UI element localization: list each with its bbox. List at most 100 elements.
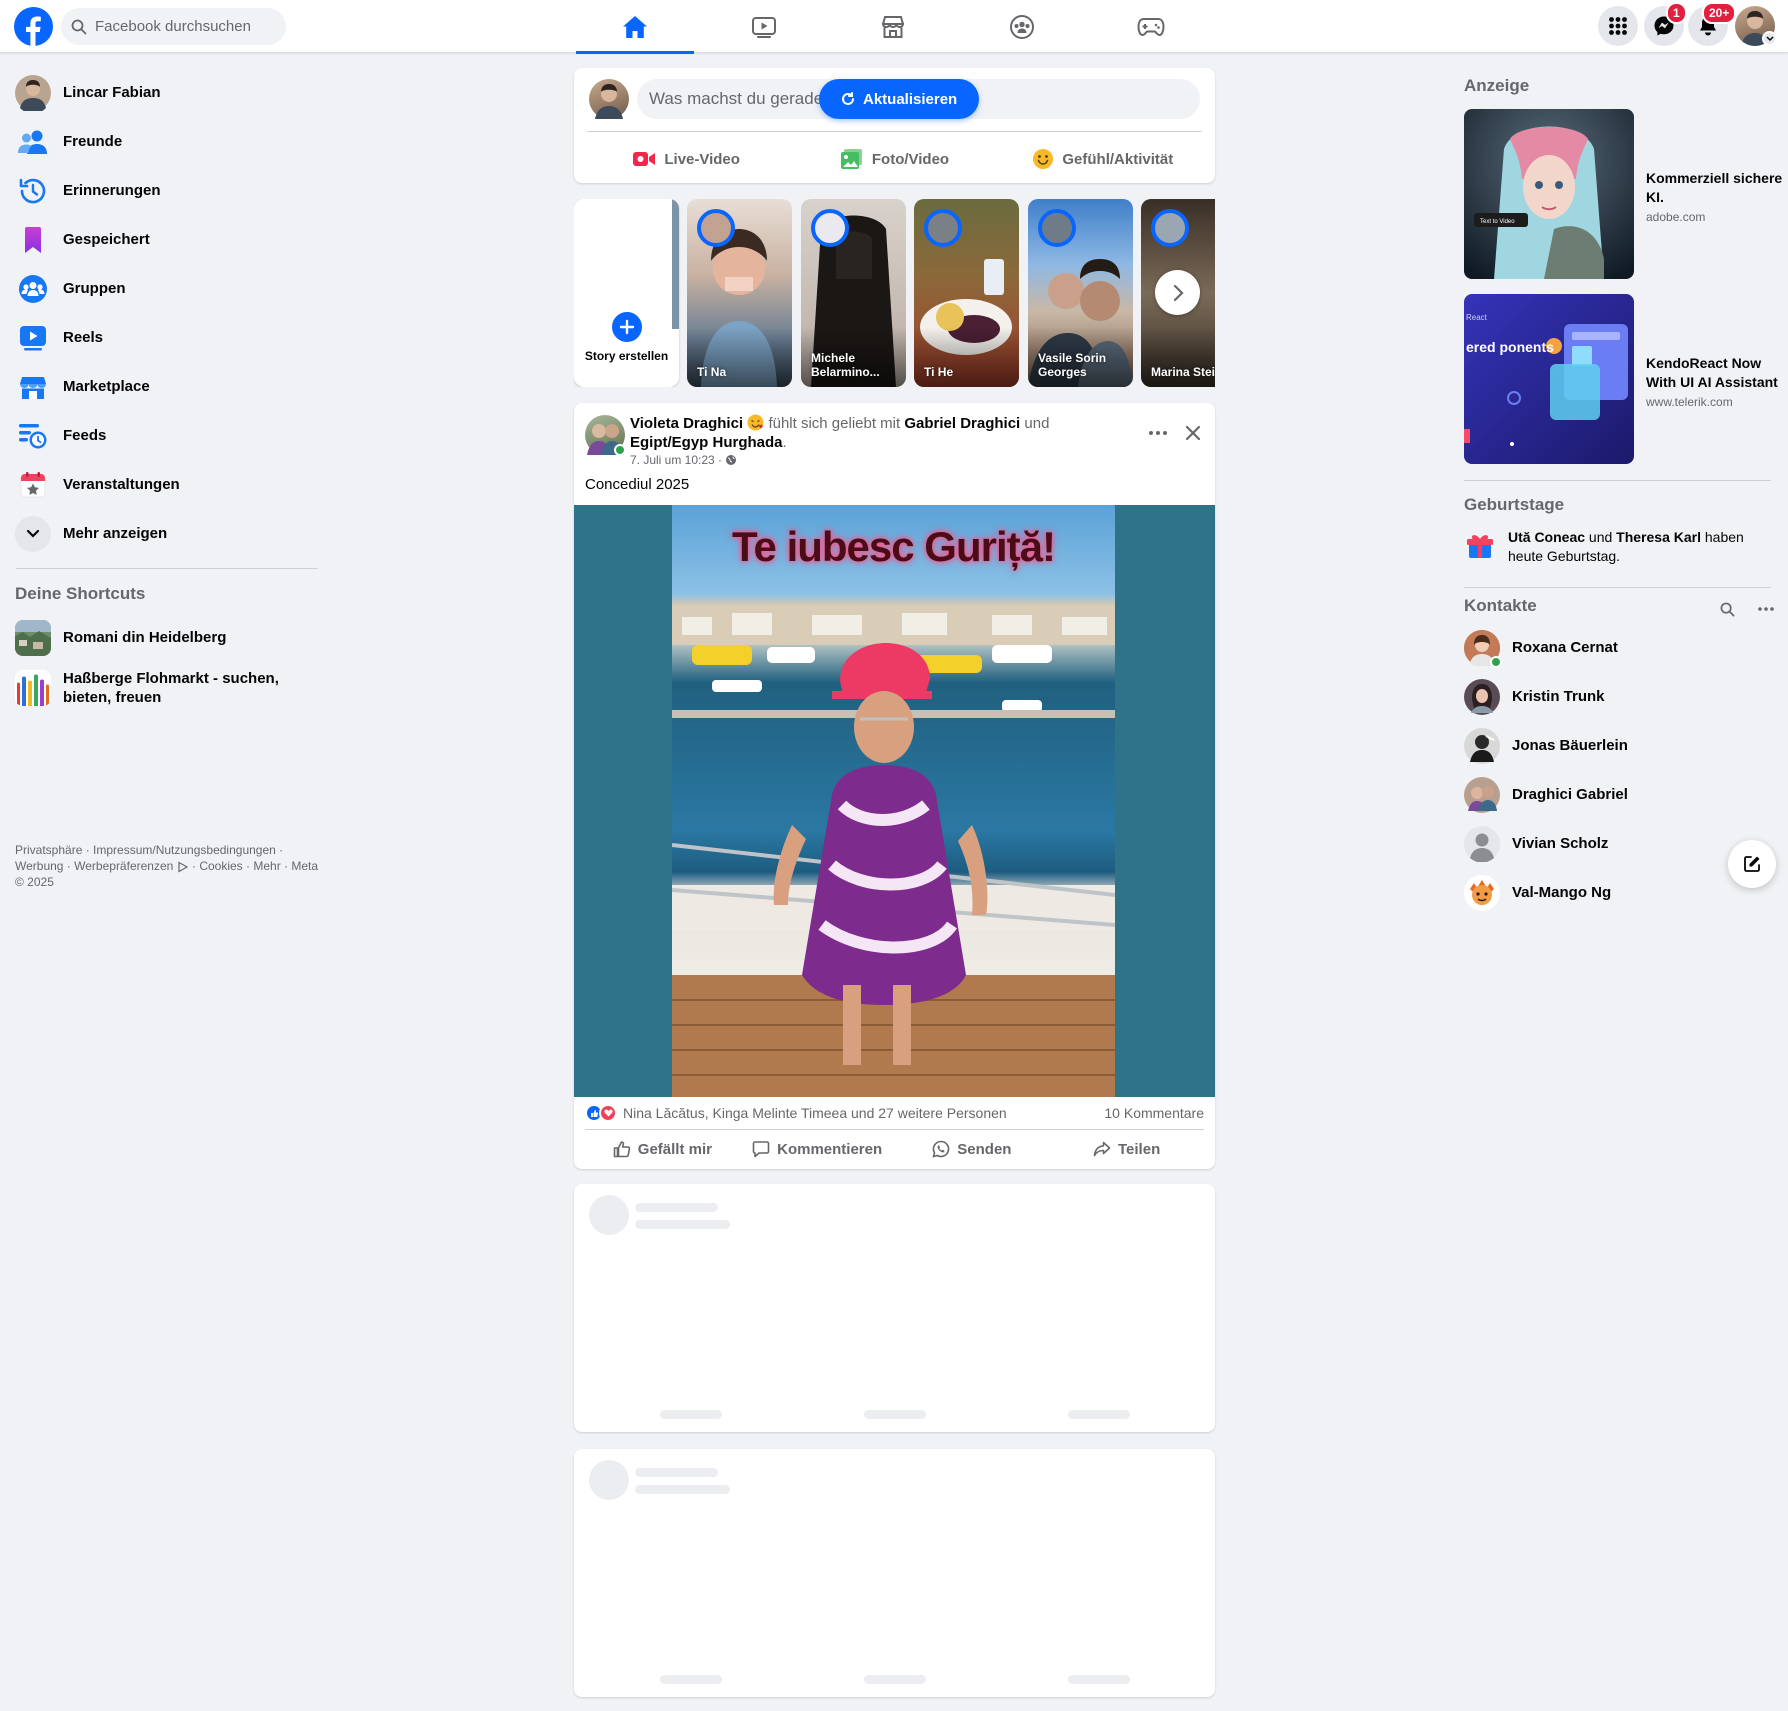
ad-item[interactable]: Text to Video Kommerziell sichere KI. ad…: [1464, 109, 1786, 279]
shortcut-item[interactable]: Haßberge Flohmarkt - suchen, bieten, fre…: [8, 662, 326, 714]
send-label: Senden: [957, 1140, 1012, 1158]
share-button[interactable]: Teilen: [1049, 1133, 1204, 1165]
send-whatsapp-button[interactable]: Senden: [895, 1133, 1050, 1165]
whatsapp-icon: [932, 1140, 950, 1158]
gift-icon: [1466, 532, 1494, 566]
post-author-name[interactable]: Violeta Draghici: [630, 415, 743, 432]
contact-item[interactable]: Draghici Gabriel: [1464, 770, 1628, 819]
messenger-button[interactable]: 1: [1644, 2, 1687, 46]
sidebar-item-label: Gruppen: [63, 280, 126, 297]
contacts-options-button[interactable]: [1752, 595, 1780, 623]
sidebar-item-label: Erinnerungen: [63, 182, 161, 199]
shortcut-label: Haßberge Flohmarkt - suchen, bieten, fre…: [63, 670, 279, 706]
sidebar-item-memories[interactable]: Erinnerungen: [8, 166, 326, 215]
sidebar-item-label: Feeds: [63, 427, 107, 444]
stories-next-button[interactable]: [1155, 270, 1200, 315]
story-author-avatar: [924, 209, 962, 247]
post-location[interactable]: Egipt/Egyp Hurghada: [630, 434, 783, 451]
composer-avatar[interactable]: [589, 79, 629, 119]
contact-avatar: [1464, 629, 1502, 668]
memories-icon: [15, 173, 51, 209]
story-card[interactable]: Ti Na: [687, 199, 792, 387]
events-icon: [15, 467, 51, 503]
notifications-button[interactable]: 20+: [1688, 2, 1737, 46]
story-card[interactable]: Ti He: [914, 199, 1019, 387]
video-icon: [752, 16, 776, 38]
post-tagged-person[interactable]: Gabriel Draghici: [904, 415, 1020, 432]
post-image[interactable]: Te iubesc Guriță!: [574, 505, 1215, 1097]
tab-gaming[interactable]: [1092, 0, 1210, 53]
update-feed-button[interactable]: Aktualisieren: [819, 79, 980, 119]
like-button[interactable]: Gefällt mir: [585, 1133, 740, 1165]
contact-item[interactable]: Kristin Trunk: [1464, 672, 1605, 721]
sidebar-item-label: Gespeichert: [63, 231, 150, 248]
shortcut-item[interactable]: Romani din Heidelberg: [8, 613, 326, 662]
photo-video-button[interactable]: Foto/Video: [790, 139, 998, 179]
post-photo: Te iubesc Guriță!: [672, 505, 1115, 1097]
contact-item[interactable]: Roxana Cernat: [1464, 623, 1618, 672]
contacts-search-button[interactable]: [1713, 595, 1741, 623]
marketplace-icon: [881, 15, 905, 38]
facebook-logo-icon[interactable]: [14, 7, 53, 46]
create-story-label: Story erstellen: [584, 349, 669, 363]
tab-video[interactable]: [705, 0, 823, 53]
post-period: .: [782, 434, 787, 451]
sidebar-item-events[interactable]: Veranstaltungen: [8, 460, 326, 509]
reactions-summary[interactable]: Nina Lăcătus, Kinga Melinte Timeea und 2…: [623, 1105, 1007, 1121]
search-box[interactable]: [61, 8, 286, 45]
contact-item[interactable]: Jonas Bäuerlein: [1464, 721, 1628, 770]
footer-links-line2b[interactable]: · Cookies · Mehr · Meta: [192, 859, 318, 873]
comment-button[interactable]: Kommentieren: [740, 1133, 895, 1165]
live-video-button[interactable]: Live-Video: [582, 139, 790, 179]
story-card[interactable]: Michele Belarmino...: [801, 199, 906, 387]
footer-copyright: © 2025: [15, 875, 54, 889]
tab-groups[interactable]: [963, 0, 1081, 53]
sidebar-show-more[interactable]: Mehr anzeigen: [8, 509, 326, 558]
feeling-activity-button[interactable]: Gefühl/Aktivität: [999, 139, 1207, 179]
groups-icon: [1010, 14, 1034, 39]
tab-marketplace[interactable]: [834, 0, 952, 53]
smiley-icon: [1033, 149, 1054, 169]
comment-label: Kommentieren: [777, 1140, 883, 1158]
post-hide-button[interactable]: [1175, 415, 1211, 451]
comment-icon: [752, 1141, 770, 1158]
ad-item[interactable]: ered ponents React KendoReact Now With UI…: [1464, 294, 1786, 464]
sidebar-item-marketplace[interactable]: Marketplace: [8, 362, 326, 411]
sidebar-item-friends[interactable]: Freunde: [8, 117, 326, 166]
contact-item[interactable]: Val-Mango Ng: [1464, 868, 1611, 917]
comments-count[interactable]: 10 Kommentare: [1104, 1105, 1204, 1121]
account-chevron-down-icon[interactable]: [1762, 31, 1777, 46]
sidebar-item-reels[interactable]: Reels: [8, 313, 326, 362]
update-button-label: Aktualisieren: [863, 90, 958, 108]
contact-avatar: [1464, 678, 1500, 715]
story-author-avatar: [811, 209, 849, 247]
shortcut-label: Romani din Heidelberg: [63, 629, 227, 646]
footer-links-line2[interactable]: Werbung · Werbepräferenzen: [15, 859, 173, 873]
birthday-person[interactable]: Ută Coneac: [1508, 529, 1585, 545]
post-timestamp[interactable]: 7. Juli um 10:23 ·: [630, 453, 722, 467]
menu-button[interactable]: [1598, 6, 1638, 46]
story-author-name: Michele Belarmino...: [811, 351, 880, 379]
post-options-button[interactable]: [1140, 415, 1176, 451]
plus-icon: [608, 308, 646, 346]
sidebar-item-feeds[interactable]: Feeds: [8, 411, 326, 460]
story-card[interactable]: Vasile Sorin Georges: [1028, 199, 1133, 387]
sidebar-item-saved[interactable]: Gespeichert: [8, 215, 326, 264]
sidebar-item-profile[interactable]: Lincar Fabian: [8, 68, 326, 117]
story-author-name: Ti Na: [697, 365, 727, 379]
sidebar-item-label: Freunde: [63, 133, 123, 150]
new-message-button[interactable]: [1728, 840, 1776, 888]
tab-home[interactable]: [576, 0, 694, 54]
search-input[interactable]: [95, 18, 275, 35]
birthday-item[interactable]: Ută Coneac und Theresa Karl haben heute …: [1464, 528, 1774, 566]
contact-item[interactable]: Vivian Scholz: [1464, 819, 1608, 868]
ad-image: ered ponents React: [1464, 294, 1634, 464]
sponsored-heading: Anzeige: [1464, 76, 1530, 95]
birthday-person[interactable]: Theresa Karl: [1616, 529, 1701, 545]
footer-links-line1[interactable]: Privatsphäre · Impressum/Nutzungsbedingu…: [15, 842, 335, 858]
share-label: Teilen: [1118, 1140, 1161, 1158]
sidebar-item-groups[interactable]: Gruppen: [8, 264, 326, 313]
search-icon: [71, 19, 87, 34]
sidebar-item-label: Marketplace: [63, 378, 150, 395]
create-story-card[interactable]: Story erstellen: [574, 199, 679, 387]
